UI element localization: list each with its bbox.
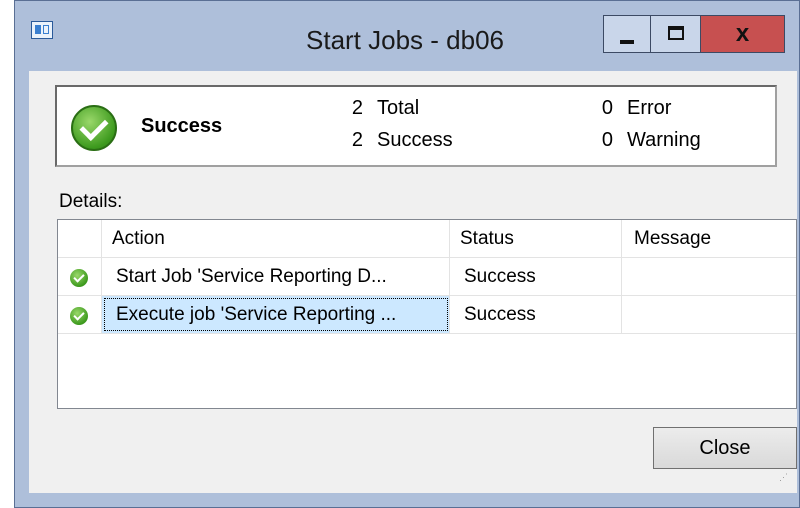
error-stat: 0 Error: [597, 97, 672, 120]
status-cell[interactable]: Success: [450, 296, 622, 333]
total-stat: 2 Total: [347, 97, 419, 120]
total-label: Total: [377, 97, 420, 119]
close-button[interactable]: Close: [653, 427, 797, 469]
dialog-icon[interactable]: [31, 21, 53, 39]
dialog-body: Success 2 Total 2 Success 0 Error 0 Warning …: [29, 71, 797, 493]
maximize-button[interactable]: [651, 15, 701, 53]
column-header-action[interactable]: Action: [102, 220, 450, 257]
close-icon: x: [735, 20, 750, 47]
resize-grip-icon[interactable]: ⋰: [779, 473, 791, 487]
total-count: 2: [351, 97, 363, 119]
maximize-icon: [668, 26, 684, 40]
close-window-button[interactable]: x: [701, 15, 785, 53]
minimize-button[interactable]: [603, 15, 651, 53]
status-cell[interactable]: Success: [450, 258, 622, 295]
success-check-icon: [70, 269, 88, 287]
message-cell[interactable]: [622, 296, 796, 333]
grid-header: Action Status Message: [58, 220, 796, 258]
start-jobs-dialog: Start Jobs - db06 x Success 2 Total 2 Succ…: [14, 0, 800, 508]
success-label: Success: [377, 129, 453, 151]
error-count: 0: [601, 97, 613, 119]
details-label: Details:: [59, 191, 123, 212]
table-row[interactable]: Start Job 'Service Reporting D... Succes…: [58, 258, 796, 296]
error-label: Error: [627, 97, 672, 119]
warning-stat: 0 Warning: [597, 129, 701, 152]
success-count: 2: [351, 129, 363, 151]
header-icon-column[interactable]: [58, 220, 102, 257]
success-check-icon: [71, 105, 117, 151]
minimize-icon: [620, 40, 634, 44]
column-header-status[interactable]: Status: [450, 220, 622, 257]
row-icon-cell: [58, 258, 102, 295]
window-title: Start Jobs - db06: [306, 25, 504, 55]
row-icon-cell: [58, 296, 102, 333]
success-stat: 2 Success: [347, 129, 453, 152]
action-cell[interactable]: Start Job 'Service Reporting D...: [102, 258, 450, 295]
column-header-message[interactable]: Message: [622, 220, 796, 257]
details-grid[interactable]: Action Status Message Start Job 'Service…: [57, 219, 797, 409]
table-row[interactable]: Execute job 'Service Reporting ... Succe…: [58, 296, 796, 334]
message-cell[interactable]: [622, 258, 796, 295]
summary-panel: Success 2 Total 2 Success 0 Error 0 Warning: [55, 85, 777, 167]
success-check-icon: [70, 307, 88, 325]
warning-count: 0: [601, 129, 613, 151]
warning-label: Warning: [627, 129, 701, 151]
overall-status: Success: [141, 115, 223, 137]
action-cell-selected[interactable]: Execute job 'Service Reporting ...: [102, 296, 450, 333]
title-bar[interactable]: Start Jobs - db06 x: [15, 1, 799, 55]
